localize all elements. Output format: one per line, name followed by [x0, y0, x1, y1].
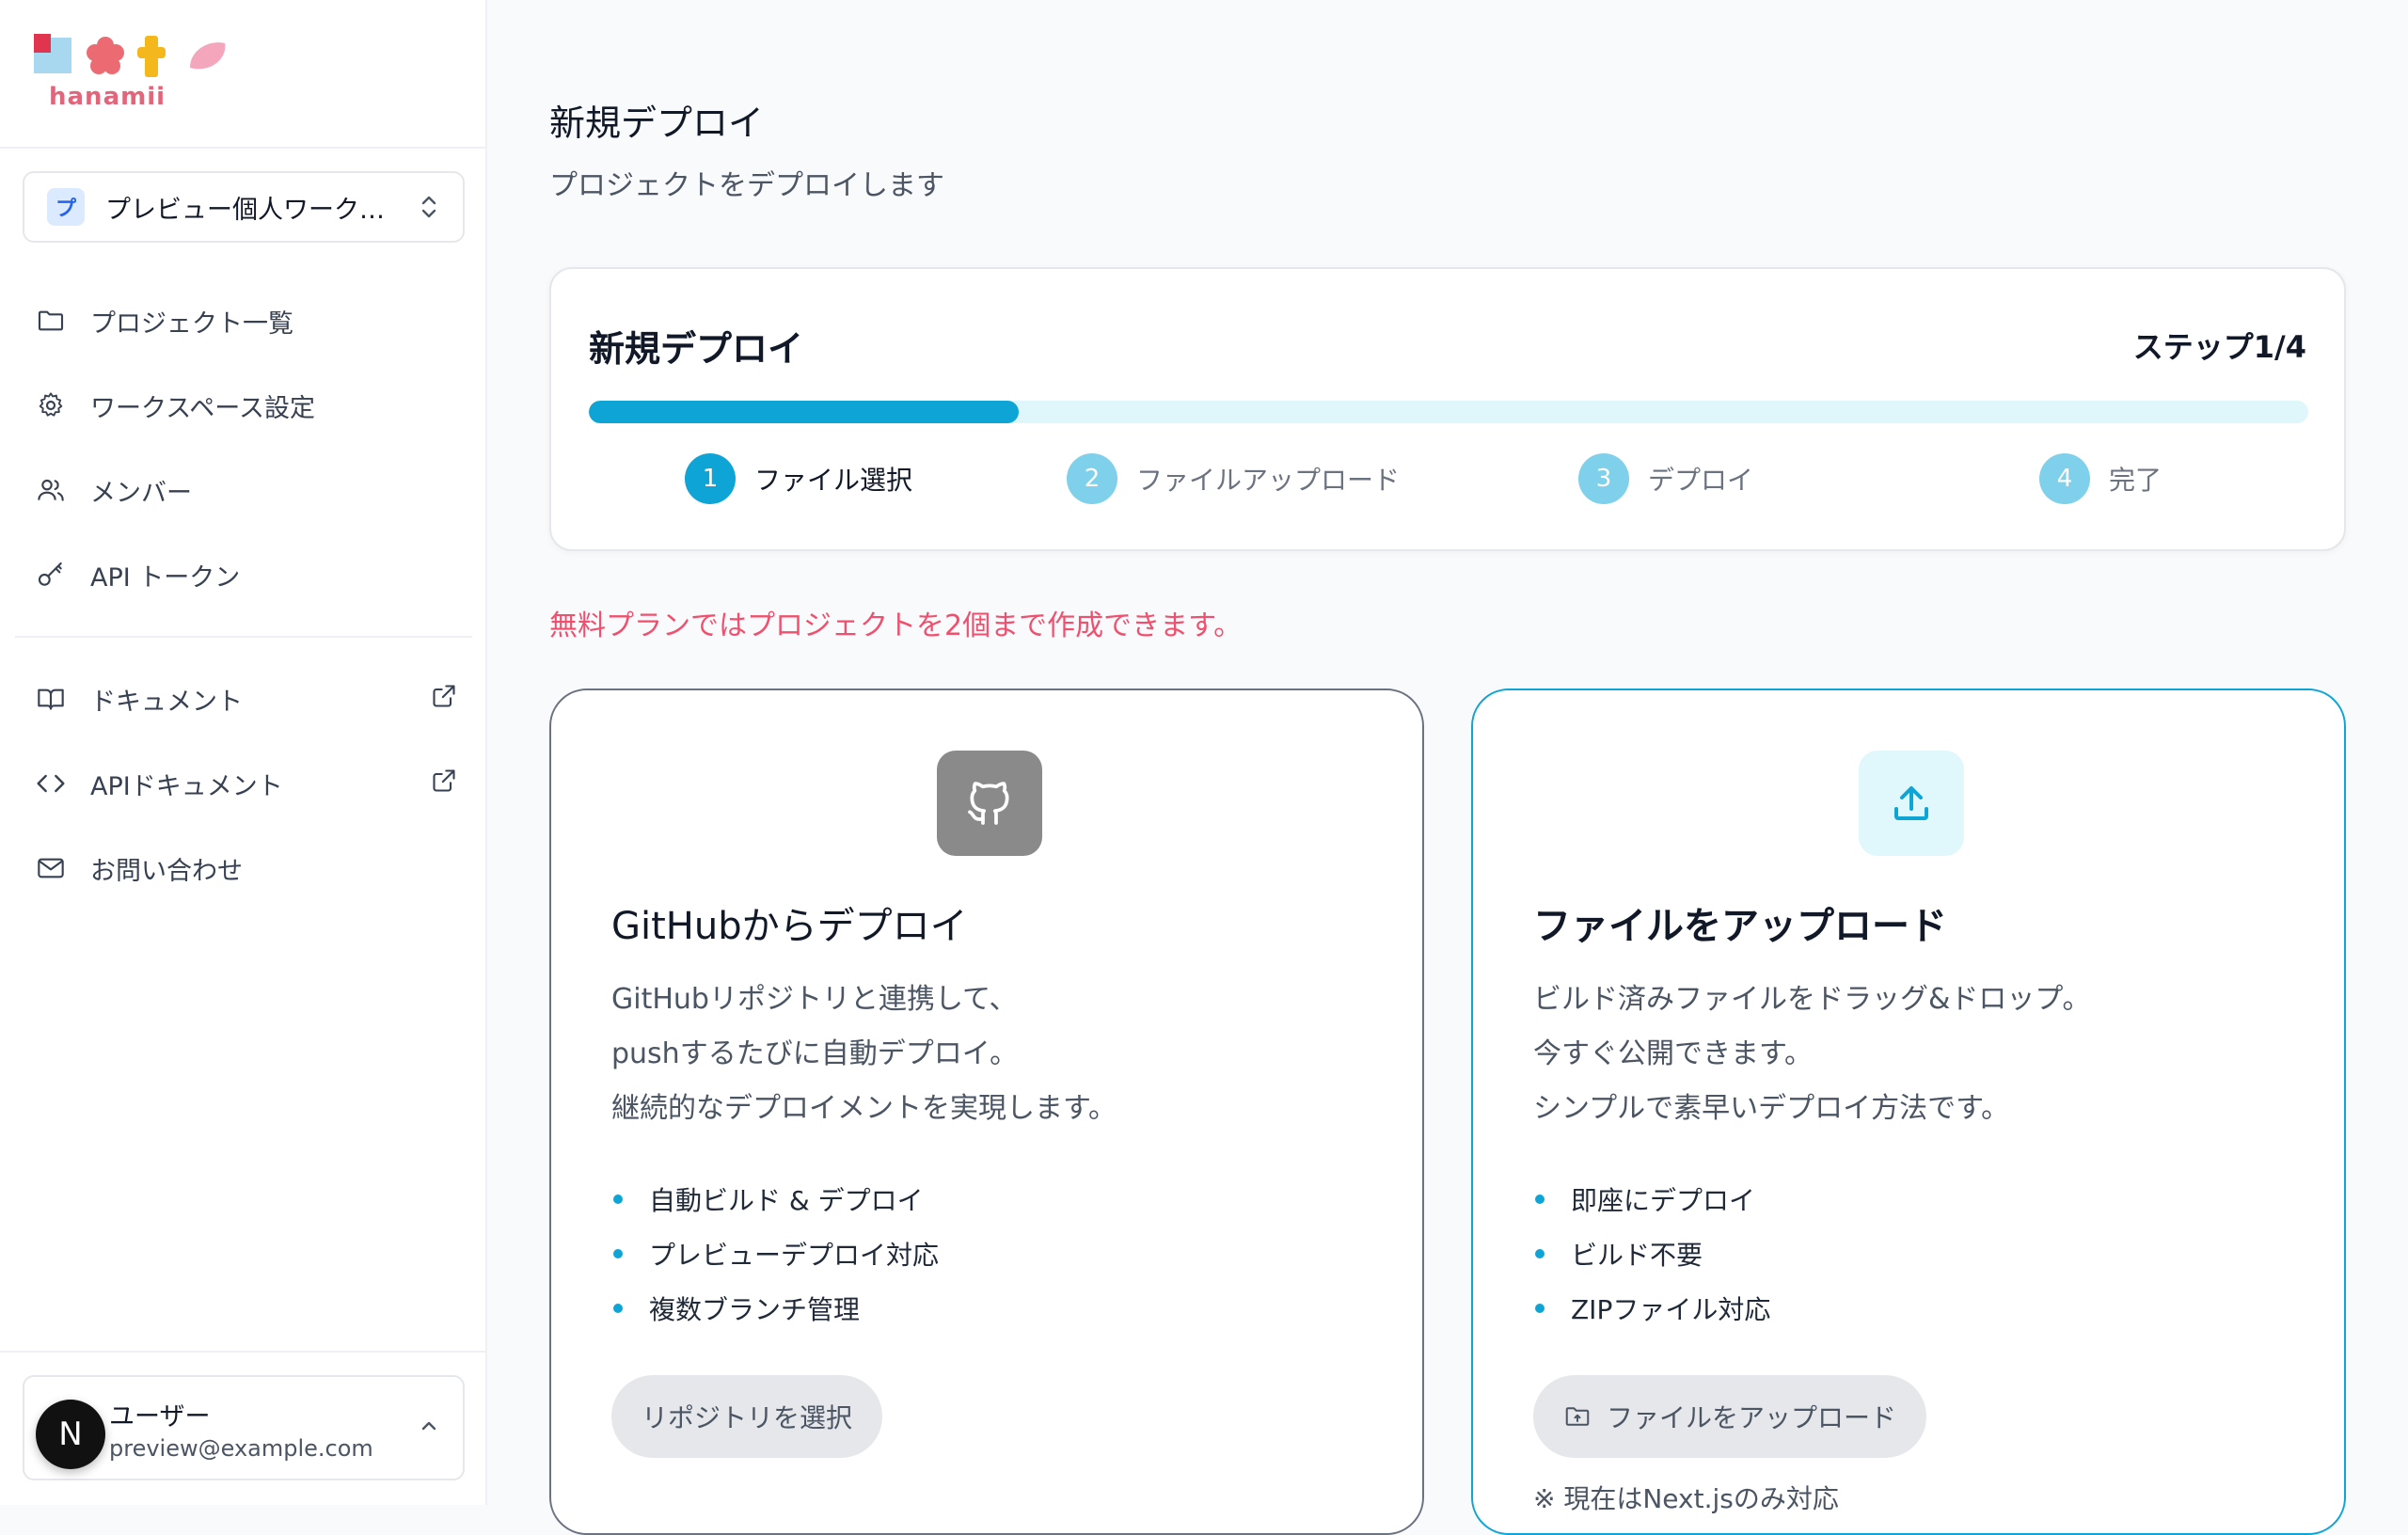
sidebar-item-label: ワークスペース設定	[90, 393, 315, 423]
github-deploy-card[interactable]: GitHubからデプロイ GitHubリポジトリと連携して、 pushするたびに…	[549, 688, 1424, 1535]
sidebar-divider	[0, 1351, 487, 1353]
gear-icon	[34, 388, 68, 422]
sidebar-item-contact[interactable]: お問い合わせ	[34, 840, 457, 896]
step-counter: ステップ1/4	[2132, 329, 2306, 365]
sidebar-item-documents[interactable]: ドキュメント	[34, 671, 457, 727]
upload-card-description: ビルド済みファイルをドラッグ&ドロップ。 今すぐ公開できます。 シンプルで素早い…	[1533, 973, 2091, 1136]
step-number: 2	[1067, 453, 1117, 504]
sidebar: hanamii プ プレビュー個人ワーク… プロジェクト一覧 ワークスペース設定…	[0, 0, 487, 1505]
sidebar-item-label: API トークン	[90, 562, 241, 593]
external-link-icon	[431, 768, 457, 800]
step-number: 1	[685, 453, 736, 504]
github-icon	[937, 751, 1042, 856]
github-feature-list: 自動ビルド & デプロイ プレビューデプロイ対応 複数ブランチ管理	[611, 1172, 939, 1336]
stepper-title: 新規デプロイ	[589, 328, 804, 370]
step-number: 3	[1578, 453, 1629, 504]
step-3: 3 デプロイ	[1578, 453, 1753, 504]
description-line: GitHubリポジトリと連携して、	[611, 983, 1018, 1016]
step-2: 2 ファイルアップロード	[1067, 453, 1400, 504]
users-icon	[34, 473, 68, 507]
step-label: ファイルアップロード	[1136, 465, 1401, 496]
list-item: 複数ブランチ管理	[611, 1281, 939, 1336]
support-note: ※ 現在はNext.jsのみ対応	[1533, 1483, 1839, 1514]
step-label: デプロイ	[1648, 465, 1754, 496]
upload-file-button[interactable]: ファイルをアップロード	[1533, 1375, 1927, 1458]
stepper-card: 新規デプロイ ステップ1/4 1 ファイル選択 2 ファイルアップロード 3 デ…	[549, 267, 2346, 551]
folder-icon	[34, 304, 68, 338]
key-icon	[34, 558, 68, 592]
github-card-description: GitHubリポジトリと連携して、 pushするたびに自動デプロイ。 継続的なデ…	[611, 973, 1117, 1136]
step-label: 完了	[2109, 465, 2162, 496]
sidebar-item-api-documents[interactable]: APIドキュメント	[34, 755, 457, 812]
bullet-dot	[1535, 1195, 1545, 1204]
page-subtitle: プロジェクトをデプロイします	[549, 169, 944, 202]
feature-label: ZIPファイル対応	[1571, 1294, 1771, 1325]
sidebar-divider	[15, 636, 472, 638]
feature-label: 複数ブランチ管理	[649, 1294, 861, 1325]
bullet-dot	[1535, 1304, 1545, 1313]
sidebar-item-label: APIドキュメント	[90, 771, 283, 801]
bullet-dot	[613, 1304, 623, 1313]
feature-label: プレビューデプロイ対応	[649, 1240, 940, 1271]
chevron-up-down-icon	[421, 196, 436, 218]
plan-limit-notice: 無料プランではプロジェクトを2個まで作成できます。	[549, 609, 1243, 642]
upload-card-title: ファイルをアップロード	[1533, 905, 1947, 948]
user-menu[interactable]: N ユーザー preview@example.com	[23, 1375, 465, 1480]
workspace-badge: プ	[47, 188, 85, 226]
description-line: 継続的なデプロイメントを実現します。	[611, 1092, 1117, 1125]
sidebar-item-members[interactable]: メンバー	[34, 462, 457, 518]
code-icon	[34, 767, 68, 800]
bullet-dot	[1535, 1249, 1545, 1258]
feature-label: 自動ビルド & デプロイ	[649, 1185, 924, 1216]
sidebar-item-workspace-settings[interactable]: ワークスペース設定	[34, 377, 457, 434]
workspace-label: プレビュー個人ワーク…	[105, 195, 385, 225]
workspace-selector[interactable]: プ プレビュー個人ワーク…	[23, 171, 465, 243]
file-upload-card[interactable]: ファイルをアップロード ビルド済みファイルをドラッグ&ドロップ。 今すぐ公開でき…	[1471, 688, 2346, 1535]
bullet-dot	[613, 1195, 623, 1204]
feature-label: 即座にデプロイ	[1571, 1185, 1756, 1216]
feature-label: ビルド不要	[1571, 1240, 1703, 1271]
progress-bar	[589, 401, 2308, 423]
sidebar-divider	[0, 147, 487, 149]
sidebar-item-projects[interactable]: プロジェクト一覧	[34, 293, 457, 349]
step-label: ファイル選択	[754, 465, 913, 496]
upload-feature-list: 即座にデプロイ ビルド不要 ZIPファイル対応	[1533, 1172, 1770, 1336]
mail-icon	[34, 851, 68, 885]
github-card-title: GitHubからデプロイ	[611, 905, 968, 948]
description-line: pushするたびに自動デプロイ。	[611, 1037, 1019, 1070]
step-number: 4	[2039, 453, 2090, 504]
list-item: 自動ビルド & デプロイ	[611, 1172, 939, 1226]
description-line: ビルド済みファイルをドラッグ&ドロップ。	[1533, 983, 2091, 1016]
select-repository-button[interactable]: リポジトリを選択	[611, 1375, 883, 1458]
progress-fill	[589, 401, 1019, 423]
sidebar-item-label: お問い合わせ	[90, 856, 243, 886]
description-line: 今すぐ公開できます。	[1533, 1037, 1813, 1070]
step-4: 4 完了	[2039, 453, 2162, 504]
sidebar-item-api-tokens[interactable]: API トークン	[34, 546, 457, 603]
sidebar-item-label: ドキュメント	[90, 687, 243, 717]
list-item: ビルド不要	[1533, 1226, 1770, 1281]
list-item: プレビューデプロイ対応	[611, 1226, 939, 1281]
brand-name: hanamii	[49, 83, 166, 111]
chevron-up-icon	[421, 1421, 436, 1431]
logo-mark-icon	[34, 34, 226, 77]
upload-icon	[1859, 751, 1964, 856]
external-link-icon	[431, 683, 457, 716]
user-email: preview@example.com	[109, 1435, 373, 1462]
sidebar-item-label: プロジェクト一覧	[90, 309, 293, 339]
avatar: N	[36, 1400, 105, 1469]
sidebar-item-label: メンバー	[90, 478, 192, 508]
list-item: 即座にデプロイ	[1533, 1172, 1770, 1226]
list-item: ZIPファイル対応	[1533, 1281, 1770, 1336]
folder-upload-icon	[1565, 1407, 1590, 1426]
upload-button-label: ファイルをアップロード	[1607, 1403, 1897, 1432]
book-icon	[34, 682, 68, 716]
step-1: 1 ファイル選択	[685, 453, 912, 504]
description-line: シンプルで素早いデプロイ方法です。	[1533, 1092, 2010, 1125]
bullet-dot	[613, 1249, 623, 1258]
user-name: ユーザー	[109, 1402, 211, 1432]
page-title: 新規デプロイ	[549, 103, 765, 144]
